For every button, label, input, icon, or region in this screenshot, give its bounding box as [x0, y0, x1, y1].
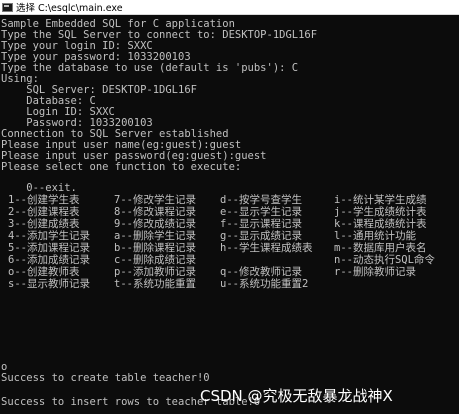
menu-option: l--通用统计功能 — [334, 230, 416, 242]
menu-option: 1--创建学生表 — [8, 194, 80, 206]
menu-option: 8--修改课程记录 — [114, 206, 196, 218]
menu-option: s--显示教师记录 — [8, 278, 90, 290]
console-line: Please select one function to execute: — [1, 161, 242, 173]
menu-option: i--统计某学生成绩 — [334, 194, 427, 206]
menu-option: b--删除课程记录 — [114, 242, 196, 254]
menu-option: t--系统功能重置 — [114, 278, 196, 290]
menu-option: k--课程成绩统计表 — [334, 218, 427, 230]
menu-option: j--学生成绩统计表 — [334, 206, 427, 218]
menu-option: g--显示成绩记录 — [220, 230, 302, 242]
csdn-watermark: CSDN @究极无敌暴龙战神X — [200, 387, 393, 405]
menu-option: m--数据库用户表名 — [334, 242, 427, 254]
menu-option: c--删除成绩记录 — [114, 254, 196, 266]
window-title: 选择 C:\esqlc\main.exe — [16, 3, 123, 14]
console-app-icon — [2, 2, 13, 12]
menu-option: r--删除教师记录 — [334, 266, 416, 278]
menu-option: 7--修改学生记录 — [114, 194, 196, 206]
menu-option: 5--添加课程记录 — [8, 242, 90, 254]
menu-option: e--显示学生记录 — [220, 206, 302, 218]
menu-option: 3--创建成绩表 — [8, 218, 80, 230]
window-titlebar[interactable]: 选择 C:\esqlc\main.exe — [0, 0, 459, 15]
menu-option: q--修改教师记录 — [220, 266, 302, 278]
menu-option: u--系统功能重置2 — [220, 278, 309, 290]
menu-option: 9--修改成绩记录 — [114, 218, 196, 230]
menu-option: o--创建教师表 — [8, 266, 80, 278]
menu-option: 2--创建课程表 — [8, 206, 80, 218]
menu-option: 6--添加成绩记录 — [8, 254, 90, 266]
console-line: Type the database to use (default is 'pu… — [1, 62, 299, 74]
menu-option: f--显示课程记录 — [220, 218, 302, 230]
menu-option: n--动态执行SQL命令 — [334, 254, 435, 266]
menu-option: d--按学号查学生 — [220, 194, 302, 206]
result-create-table: Success to create table teacher!0 — [1, 372, 210, 384]
menu-option-exit: 0--exit. — [1, 182, 77, 194]
menu-option: 4--添加学生记录 — [8, 230, 90, 242]
menu-option: h--学生课程成绩表 — [220, 242, 313, 254]
menu-option: p--添加教师记录 — [114, 266, 196, 278]
menu-option: a--删除学生记录 — [114, 230, 196, 242]
console-output[interactable]: Sample Embedded SQL for C application Ty… — [0, 16, 459, 414]
